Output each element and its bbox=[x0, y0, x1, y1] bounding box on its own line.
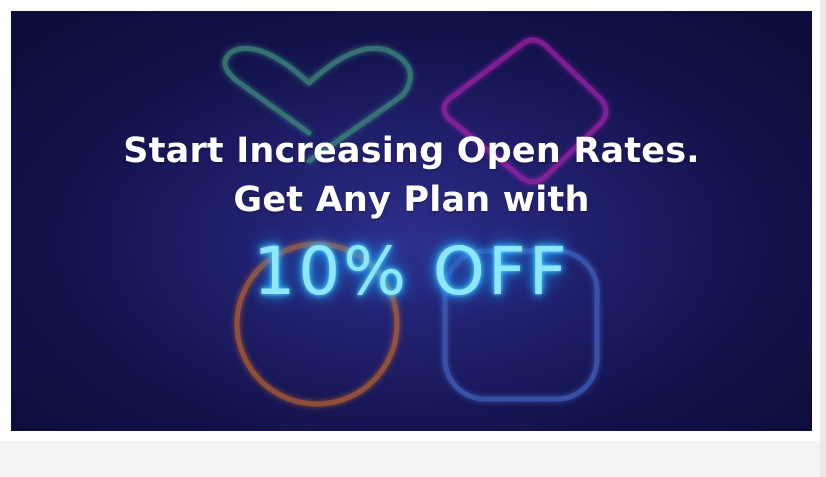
page: Start Increasing Open Rates. Get Any Pla… bbox=[0, 0, 826, 477]
headline-line2: Get Any Plan with bbox=[233, 180, 590, 220]
promo-banner[interactable]: Start Increasing Open Rates. Get Any Pla… bbox=[11, 11, 812, 431]
discount-offer: 10% OFF bbox=[253, 233, 570, 310]
scrollbar-track[interactable] bbox=[820, 0, 826, 477]
headline-line1: Start Increasing Open Rates. bbox=[123, 131, 700, 171]
content-frame: Start Increasing Open Rates. Get Any Pla… bbox=[0, 0, 820, 441]
neon-shapes bbox=[222, 37, 609, 407]
